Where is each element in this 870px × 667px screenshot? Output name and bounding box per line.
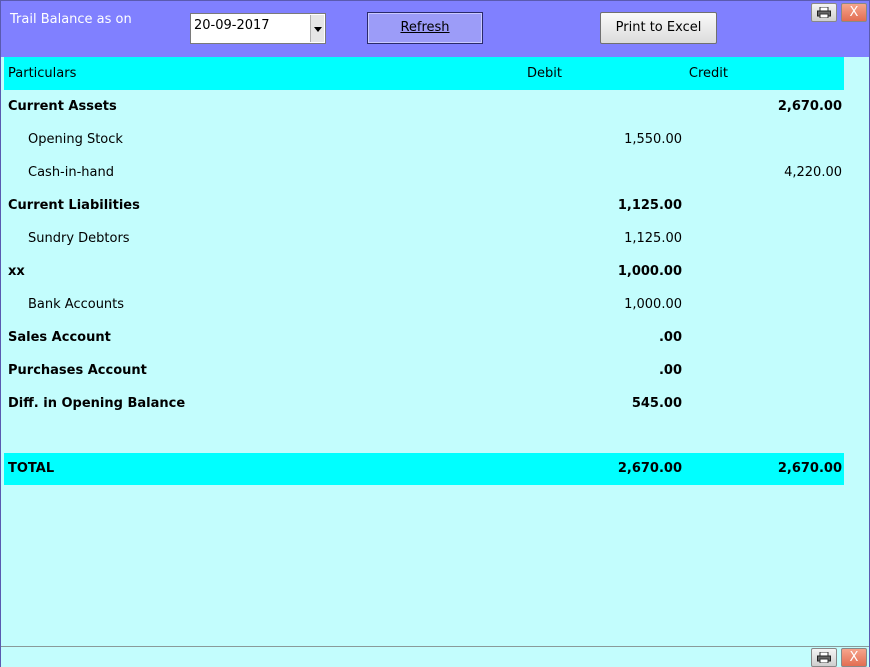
row-debit: 1,125.00 (624, 231, 682, 246)
row-debit: 1,000.00 (624, 297, 682, 312)
row-particulars: Cash-in-hand (28, 165, 114, 180)
table-row[interactable]: Diff. in Opening Balance 545.00 (4, 387, 844, 420)
row-debit: .00 (658, 330, 682, 345)
total-row: TOTAL 2,670.00 2,670.00 (4, 453, 844, 485)
print-to-excel-button[interactable]: Print to Excel (600, 12, 717, 44)
refresh-label: Refresh (400, 20, 450, 35)
row-particulars: Opening Stock (28, 132, 123, 147)
printer-icon (817, 652, 831, 663)
chevron-down-icon[interactable] (310, 15, 324, 42)
row-particulars: Sundry Debtors (28, 231, 130, 246)
row-debit: .00 (658, 363, 682, 378)
table-row[interactable]: Current Liabilities 1,125.00 (4, 189, 844, 222)
row-particulars: Sales Account (8, 330, 111, 345)
row-debit: 1,550.00 (624, 132, 682, 147)
table-row[interactable]: Opening Stock 1,550.00 (4, 123, 844, 156)
close-icon: X (849, 650, 859, 665)
row-debit: 1,000.00 (617, 264, 682, 279)
row-particulars: Current Liabilities (8, 198, 140, 213)
toolbar: Trail Balance as on 20-09-2017 Refresh P… (1, 1, 869, 57)
print-to-excel-label: Print to Excel (615, 20, 702, 35)
header-debit: Debit (527, 66, 562, 81)
total-credit: 2,670.00 (777, 461, 842, 476)
table-row[interactable]: Purchases Account .00 (4, 354, 844, 387)
total-debit: 2,670.00 (617, 461, 682, 476)
table-row[interactable] (4, 420, 844, 453)
table-row[interactable]: xx 1,000.00 (4, 255, 844, 288)
close-icon: X (849, 5, 859, 20)
print-button[interactable] (811, 3, 837, 22)
total-label: TOTAL (8, 461, 55, 476)
row-debit: 545.00 (631, 396, 682, 411)
row-credit: 4,220.00 (784, 165, 842, 180)
status-bar: X (1, 646, 869, 667)
date-picker[interactable]: 20-09-2017 (190, 13, 326, 44)
row-debit: 1,125.00 (617, 198, 682, 213)
table-row[interactable]: Cash-in-hand 4,220.00 (4, 156, 844, 189)
date-label: Trail Balance as on (10, 12, 132, 27)
row-particulars: Purchases Account (8, 363, 147, 378)
row-particulars: Bank Accounts (28, 297, 125, 312)
row-particulars: xx (8, 264, 25, 279)
close-button[interactable]: X (841, 3, 867, 22)
table-row[interactable]: Sundry Debtors 1,125.00 (4, 222, 844, 255)
table-row[interactable]: Bank Accounts 1,000.00 (4, 288, 844, 321)
footer-close-button[interactable]: X (841, 648, 867, 667)
refresh-button[interactable]: Refresh (367, 12, 483, 44)
table-row[interactable]: Current Assets 2,670.00 (4, 90, 844, 123)
row-particulars: Current Assets (8, 99, 117, 114)
row-particulars: Diff. in Opening Balance (8, 396, 186, 411)
trial-balance-table: Particulars Debit Credit Current Assets 2… (4, 57, 844, 485)
header-credit: Credit (688, 66, 728, 81)
row-credit: 2,670.00 (777, 99, 842, 114)
header-particulars: Particulars (8, 66, 77, 81)
table-row[interactable]: Sales Account .00 (4, 321, 844, 354)
trial-balance-window: Trail Balance as on 20-09-2017 Refresh P… (0, 0, 870, 667)
footer-print-button[interactable] (811, 648, 837, 667)
date-value[interactable]: 20-09-2017 (194, 18, 270, 33)
printer-icon (817, 7, 831, 18)
table-header: Particulars Debit Credit (4, 57, 844, 90)
